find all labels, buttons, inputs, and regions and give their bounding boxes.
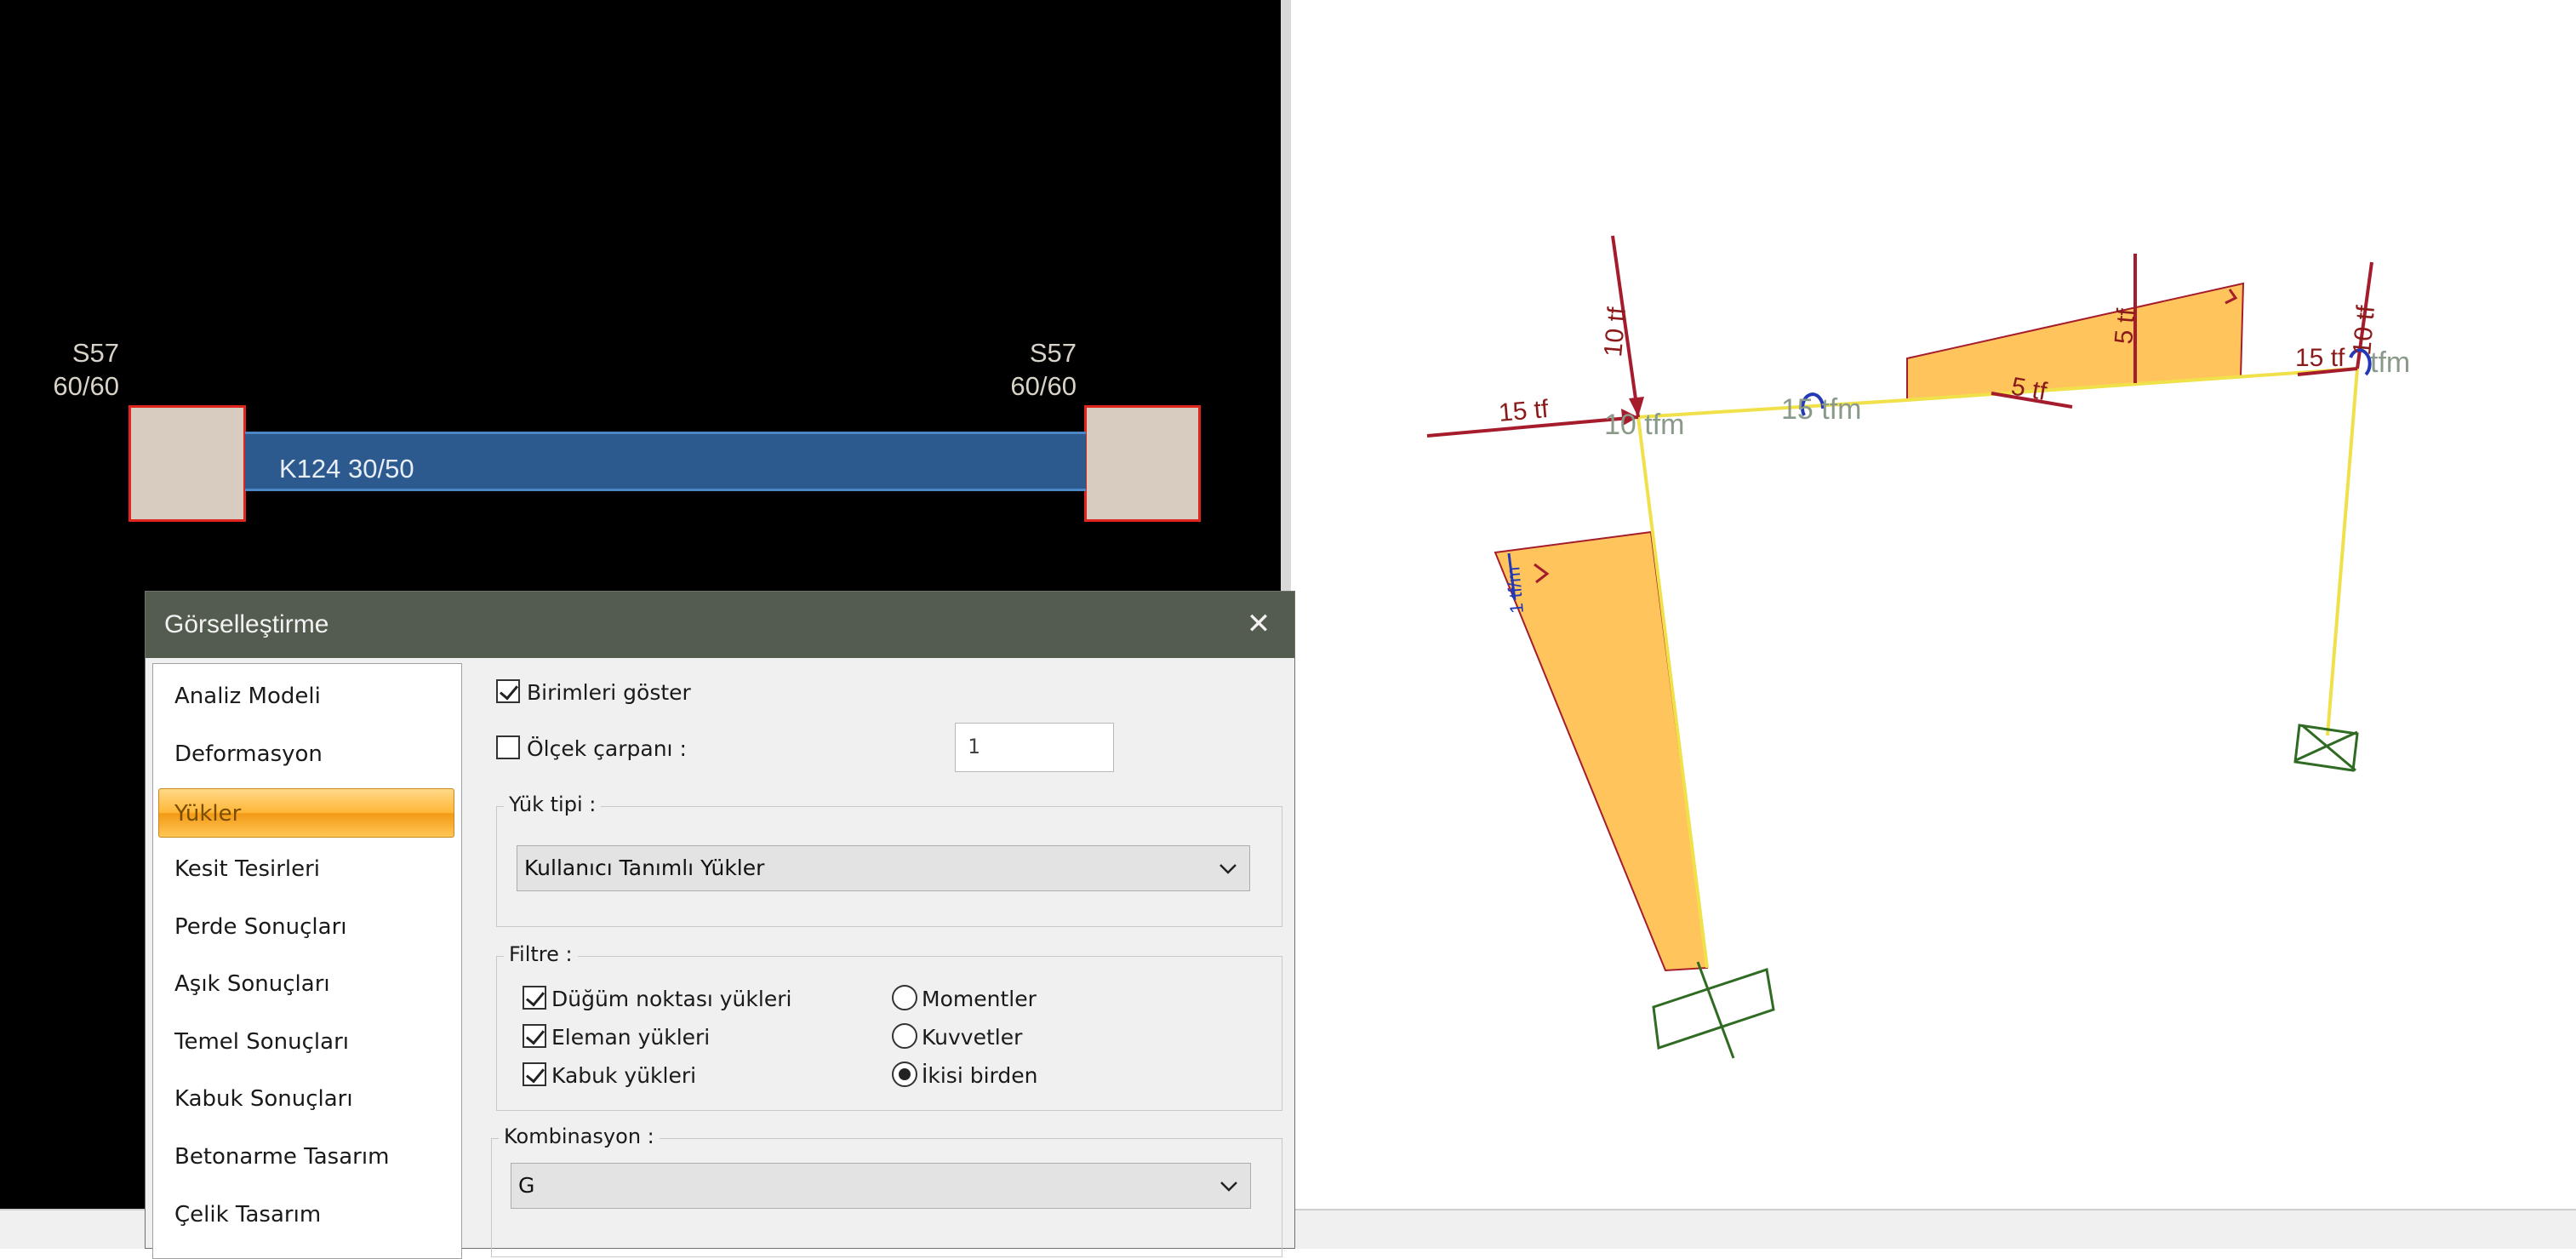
- combination-title: Kombinasyon :: [499, 1125, 660, 1148]
- chevron-down-icon: [1220, 1182, 1237, 1192]
- label-small-left: 1 tf/m: [1502, 566, 1528, 615]
- close-icon[interactable]: ✕: [1237, 602, 1281, 646]
- load-view[interactable]: 15 tf 10 tf 10 tfm 15 tfm 5 tf 5 tf 15 t…: [1291, 0, 2576, 1209]
- label-tfm-right: tfm: [2370, 346, 2410, 379]
- beam-label: K124 30/50: [279, 454, 414, 484]
- show-units-label: Birimleri göster: [527, 680, 691, 705]
- label-15tf-left: 15 tf: [1498, 395, 1551, 427]
- frame-column-right: [2326, 368, 2359, 736]
- scale-factor-checkbox[interactable]: [496, 735, 520, 759]
- dialog-title: Görselleştirme: [164, 610, 329, 638]
- label-5tf-vertical: 5 tf: [2110, 307, 2141, 346]
- nav-item-celik-tasarim[interactable]: Çelik Tasarım: [153, 1190, 460, 1239]
- load-diagram: 15 tf 10 tf 10 tfm 15 tfm 5 tf 5 tf 15 t…: [1426, 235, 2410, 1059]
- filter-title: Filtre :: [504, 942, 578, 966]
- nav-item-kabuk-sonuclari[interactable]: Kabuk Sonuçları: [153, 1074, 460, 1124]
- both-radio[interactable]: [892, 1062, 917, 1087]
- column-distributed-load: [1494, 530, 1709, 972]
- nav-item-perde-sonuclari[interactable]: Perde Sonuçları: [153, 902, 460, 952]
- column-left[interactable]: [129, 405, 246, 522]
- nav-item-kesit-tesirleri[interactable]: Kesit Tesirleri: [153, 844, 460, 894]
- node-loads-checkbox[interactable]: [523, 986, 546, 1010]
- label-15tf-right: 15 tf: [2295, 344, 2345, 372]
- show-units-checkbox[interactable]: [496, 679, 520, 703]
- category-list: Analiz Modeli Deformasyon Yükler Kesit T…: [152, 663, 462, 1259]
- options-panel: Birimleri göster Ölçek çarpanı : 1 Yük t…: [467, 663, 1291, 1257]
- load-type-group: Yük tipi : Kullanıcı Tanımlı Yükler: [496, 793, 1282, 927]
- nav-item-temel-sonuclari[interactable]: Temel Sonuçları: [153, 1017, 460, 1067]
- column-label-left: S57 60/60: [53, 338, 119, 401]
- filter-group: Filtre : Düğüm noktası yükleri Eleman yü…: [496, 942, 1282, 1111]
- beam-distributed-load: [1906, 282, 2245, 402]
- visualization-dialog: Görselleştirme ✕ Analiz Modeli Deformasy…: [145, 591, 1295, 1259]
- nav-item-yukler[interactable]: Yükler: [158, 788, 454, 838]
- combination-select[interactable]: G: [511, 1163, 1251, 1209]
- label-10tfm: 10 tfm: [1604, 409, 1684, 441]
- element-loads-label: Eleman yükleri: [551, 1025, 711, 1050]
- nav-item-analiz-modeli[interactable]: Analiz Modeli: [153, 672, 460, 721]
- nav-item-betonarme-tasarim[interactable]: Betonarme Tasarım: [153, 1132, 460, 1182]
- scale-factor-input[interactable]: 1: [955, 723, 1114, 772]
- nav-item-asik-sonuclari[interactable]: Aşık Sonuçları: [153, 959, 460, 1009]
- label-5tf-arrow: 5 tf: [2009, 372, 2049, 406]
- label-10tf-left: 10 tf: [1599, 306, 1631, 358]
- forces-radio[interactable]: [892, 1023, 917, 1049]
- shell-loads-label: Kabuk yükleri: [551, 1063, 697, 1088]
- shell-loads-checkbox[interactable]: [523, 1062, 546, 1086]
- forces-label: Kuvvetler: [922, 1025, 1023, 1050]
- label-15tfm: 15 tfm: [1781, 393, 1861, 426]
- load-type-select[interactable]: Kullanıcı Tanımlı Yükler: [517, 845, 1250, 891]
- node-loads-label: Düğüm noktası yükleri: [551, 987, 792, 1011]
- load-type-title: Yük tipi :: [504, 793, 602, 816]
- both-label: İkisi birden: [922, 1063, 1038, 1088]
- moments-radio[interactable]: [892, 985, 917, 1010]
- moments-label: Momentler: [922, 987, 1037, 1011]
- combination-group: Kombinasyon : G: [491, 1125, 1282, 1257]
- support-left: [1652, 961, 1775, 1059]
- column-label-right: S57 60/60: [1010, 338, 1077, 401]
- nav-item-deformasyon[interactable]: Deformasyon: [153, 730, 460, 779]
- dialog-titlebar[interactable]: Görselleştirme ✕: [146, 592, 1294, 658]
- scale-factor-label: Ölçek çarpanı :: [527, 736, 687, 761]
- chevron-down-icon: [1219, 864, 1237, 874]
- column-right[interactable]: [1084, 405, 1201, 522]
- element-loads-checkbox[interactable]: [523, 1024, 546, 1048]
